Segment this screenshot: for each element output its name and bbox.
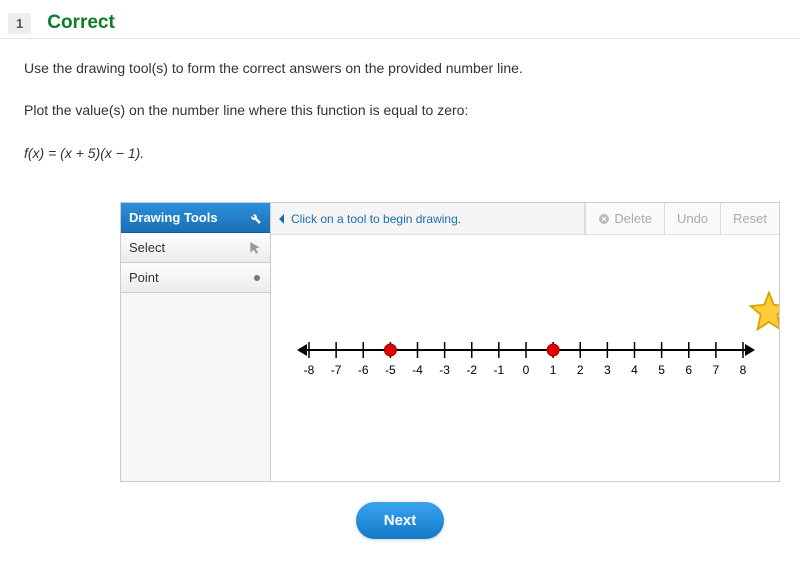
equation-text: f(x) = (x + 5)(x − 1). [24, 142, 776, 164]
svg-text:7: 7 [713, 363, 720, 377]
svg-text:6: 6 [685, 363, 692, 377]
next-button[interactable]: Next [356, 502, 445, 539]
point-icon [252, 273, 262, 283]
drawing-canvas[interactable]: -8 -7 -6 -5 -4 -3 -2 -1 0 1 2 3 4 5 6 7 8 [271, 235, 779, 481]
svg-text:0: 0 [523, 363, 530, 377]
prompt-line-1: Use the drawing tool(s) to form the corr… [24, 57, 776, 79]
canvas-toolbar: Click on a tool to begin drawing. Delete… [271, 203, 779, 235]
drawing-tool-container: Drawing Tools Select Point [120, 202, 780, 482]
tool-point[interactable]: Point [121, 263, 270, 293]
question-header: 1 Correct [0, 8, 800, 39]
status-label: Correct [47, 12, 115, 34]
undo-label: Undo [677, 211, 708, 226]
svg-text:-8: -8 [304, 363, 315, 377]
prompt-line-2: Plot the value(s) on the number line whe… [24, 99, 776, 121]
tool-panel-title: Drawing Tools [129, 210, 218, 225]
svg-text:5: 5 [658, 363, 665, 377]
tool-panel: Drawing Tools Select Point [121, 203, 271, 481]
svg-text:1: 1 [550, 363, 557, 377]
delete-label: Delete [614, 211, 652, 226]
reset-button[interactable]: Reset [720, 203, 779, 234]
prompt-block: Use the drawing tool(s) to form the corr… [0, 39, 800, 196]
undo-button[interactable]: Undo [664, 203, 720, 234]
svg-text:-6: -6 [358, 363, 369, 377]
svg-text:-5: -5 [385, 363, 396, 377]
tool-panel-header: Drawing Tools [121, 203, 270, 233]
reset-label: Reset [733, 211, 767, 226]
svg-text:4: 4 [631, 363, 638, 377]
star-icon [747, 289, 779, 333]
tool-select[interactable]: Select [121, 233, 270, 263]
delete-button[interactable]: Delete [585, 203, 664, 234]
close-icon [598, 213, 610, 225]
chevron-left-icon [277, 213, 287, 225]
hint-text: Click on a tool to begin drawing. [291, 212, 461, 226]
toolbar-buttons: Delete Undo Reset [584, 203, 779, 234]
svg-text:2: 2 [577, 363, 584, 377]
svg-text:-3: -3 [439, 363, 450, 377]
wrench-icon [248, 211, 262, 225]
svg-text:-7: -7 [331, 363, 342, 377]
cursor-icon [248, 241, 262, 255]
tool-select-label: Select [129, 240, 165, 255]
hint-area: Click on a tool to begin drawing. [271, 212, 584, 226]
svg-text:-1: -1 [494, 363, 505, 377]
svg-text:-4: -4 [412, 363, 423, 377]
svg-text:-2: -2 [466, 363, 477, 377]
svg-text:8: 8 [740, 363, 747, 377]
canvas-area: Click on a tool to begin drawing. Delete… [271, 203, 779, 481]
svg-text:3: 3 [604, 363, 611, 377]
number-line: -8 -7 -6 -5 -4 -3 -2 -1 0 1 2 3 4 5 6 7 8 [291, 330, 759, 386]
tool-point-label: Point [129, 270, 159, 285]
question-number: 1 [8, 13, 31, 34]
